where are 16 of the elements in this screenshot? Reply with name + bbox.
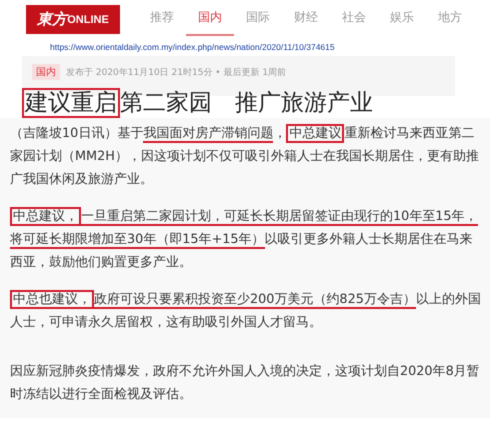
- article-title: 建议重启 第二家园 推广旅游产业: [22, 88, 500, 118]
- nav-tab[interactable]: 地方: [426, 9, 474, 36]
- nav-tab[interactable]: 国内: [186, 9, 234, 36]
- paragraph: 因应新冠肺炎疫情爆发，政府不允许外国人入境的决定，这项计划自2020年8月暂时冻结以进行全面检视及评估。: [10, 363, 481, 404]
- site-logo[interactable]: 東方ONLINE: [26, 5, 120, 34]
- paragraph: 中总建议， 一旦重启第二家园计划，可延长长期居留签证由现行的10年至15年，将可延长期限增加至30年（即15年+15年）以吸引更多外籍人士长期居住在马来西亚，鼓励他们购置更多产业。: [10, 206, 479, 272]
- publish-info: 发布于 2020年11月10日 21时15分 • 最后更新 1周前: [66, 66, 286, 78]
- url-text: https://www.orientaldaily.com.my/index.php/news/nation/2020/11/10/374615: [49, 41, 336, 54]
- paragraph: 中总也建议， 政府可设只要累积投资至少200万美元（约825万令吉）以上的外国人士，可申请永久居留权，这有助吸引外国人才留马。: [10, 289, 482, 332]
- category-tag[interactable]: 国内: [32, 64, 60, 80]
- nav-tab[interactable]: 社会: [330, 9, 378, 36]
- nav-tab[interactable]: 娱乐: [378, 9, 426, 36]
- nav-tab[interactable]: 国际: [234, 9, 282, 36]
- nav-tab[interactable]: 财经: [282, 9, 330, 36]
- paragraph: （吉隆坡10日讯）基于我国面对房产滞销问题， 中总建议 重新检讨马来西亚第二家园计划（MM2H），因这项计划不仅可吸引外籍人士在我国长期居住，更有助推广我国休闲及旅游产业。: [10, 123, 480, 189]
- nav-tab[interactable]: 推荐: [138, 9, 186, 36]
